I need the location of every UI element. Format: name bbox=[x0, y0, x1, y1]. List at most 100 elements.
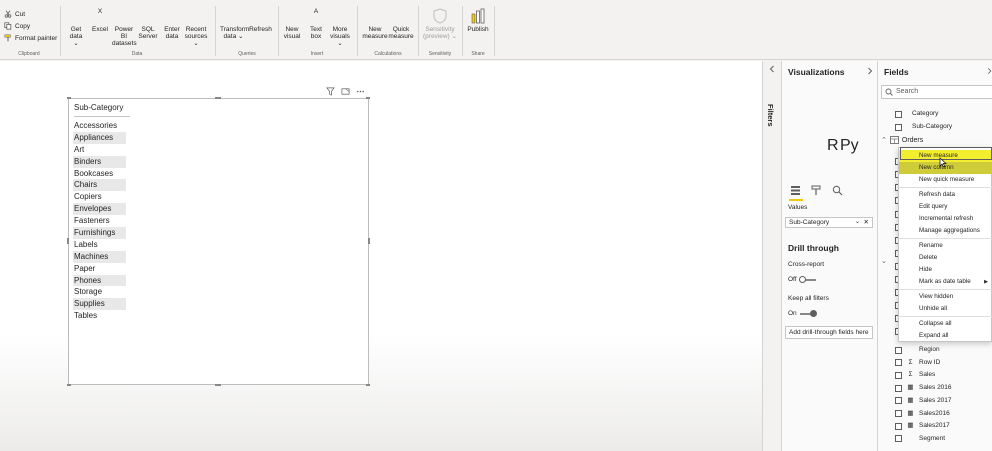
slicer-item[interactable]: Chairs bbox=[73, 179, 126, 192]
ribbon-chart-icon[interactable] bbox=[853, 98, 864, 109]
resize-handle[interactable] bbox=[366, 97, 370, 99]
resize-handle[interactable] bbox=[215, 384, 221, 386]
context-menu-item[interactable]: Manage aggregations bbox=[899, 225, 992, 237]
resize-handle[interactable] bbox=[67, 384, 71, 386]
quick-measure-button[interactable]: Quick measure bbox=[388, 8, 414, 40]
field-row[interactable]: Σ Row ID bbox=[895, 357, 940, 369]
transform-data-button[interactable]: Transform data ⌄ bbox=[220, 8, 249, 40]
chevron-up-icon[interactable]: ⌃ bbox=[881, 136, 887, 144]
context-menu-item[interactable]: Delete bbox=[899, 252, 992, 264]
refresh-button[interactable]: Refresh bbox=[247, 8, 274, 33]
resize-handle[interactable] bbox=[368, 238, 370, 244]
field-row[interactable]: Region bbox=[895, 344, 940, 356]
context-menu-item[interactable]: Edit query bbox=[899, 201, 992, 213]
field-checkbox[interactable] bbox=[895, 110, 902, 118]
field-row[interactable]: ▦ Sales2016 bbox=[895, 408, 950, 420]
chevron-down-icon[interactable]: ⌄ bbox=[881, 257, 887, 265]
pie-chart-icon[interactable] bbox=[827, 111, 838, 122]
slicer-item[interactable]: Labels bbox=[73, 239, 126, 251]
map-icon[interactable] bbox=[788, 124, 799, 135]
context-menu-item[interactable]: Rename bbox=[899, 240, 992, 252]
clustered-bar-icon[interactable] bbox=[814, 85, 825, 96]
context-menu-item[interactable]: Incremental refresh bbox=[899, 213, 992, 225]
chevron-right-icon[interactable] bbox=[866, 67, 874, 75]
card-icon[interactable] bbox=[840, 124, 851, 135]
treemap-icon[interactable] bbox=[853, 111, 864, 122]
table-visual-icon[interactable] bbox=[814, 137, 825, 148]
excel-button[interactable]: X Excel bbox=[88, 8, 112, 33]
format-paintroller-icon[interactable] bbox=[811, 185, 822, 196]
field-row[interactable]: ▦ Sales 2017 bbox=[895, 395, 952, 407]
slicer-item[interactable]: Paper bbox=[73, 263, 126, 275]
multi-row-card-icon[interactable] bbox=[853, 124, 864, 135]
text-box-button[interactable]: A Text box bbox=[304, 8, 328, 40]
gauge-icon[interactable] bbox=[827, 124, 838, 135]
field-row[interactable]: ▦ Sales 2016 bbox=[895, 382, 952, 394]
slicer-item[interactable]: Machines bbox=[73, 250, 126, 263]
slicer-item[interactable]: Tables bbox=[73, 310, 126, 322]
decomposition-tree-icon[interactable] bbox=[788, 150, 799, 161]
slicer-item[interactable]: Supplies bbox=[73, 298, 126, 311]
chevron-left-icon[interactable] bbox=[768, 65, 776, 73]
context-menu-item[interactable]: New quick measure bbox=[899, 174, 992, 186]
slicer-item[interactable]: Binders bbox=[73, 155, 126, 168]
line-chart-icon[interactable] bbox=[788, 98, 799, 109]
line-clustered-icon[interactable] bbox=[840, 98, 851, 109]
smart-narrative-icon[interactable] bbox=[814, 150, 825, 161]
slicer-item[interactable]: Copiers bbox=[73, 191, 126, 203]
sql-server-button[interactable]: SQL Server bbox=[136, 8, 160, 40]
stacked-bar-icon[interactable] bbox=[788, 85, 799, 96]
arcgis-icon[interactable] bbox=[840, 150, 851, 161]
slicer-item[interactable]: Art bbox=[73, 144, 126, 156]
stacked-column-icon[interactable] bbox=[801, 85, 812, 96]
kpi-icon[interactable] bbox=[788, 137, 799, 148]
resize-handle[interactable] bbox=[366, 384, 370, 386]
field-row[interactable]: ▦ Sales2017 bbox=[895, 420, 950, 432]
chevron-down-icon[interactable]: ⌄ bbox=[855, 218, 860, 227]
field-checkbox[interactable] bbox=[895, 397, 902, 405]
table-orders[interactable]: ⌃ Orders bbox=[881, 136, 923, 144]
stacked-area-icon[interactable] bbox=[814, 98, 825, 109]
context-menu-item[interactable]: Unhide all bbox=[899, 303, 992, 315]
field-row[interactable]: Sub-Category bbox=[895, 121, 952, 133]
100-column-icon[interactable] bbox=[853, 85, 864, 96]
paginated-icon[interactable] bbox=[827, 150, 838, 161]
fields-tab-icon[interactable] bbox=[790, 185, 801, 196]
context-menu-item[interactable]: Hide bbox=[899, 264, 992, 276]
context-menu-item[interactable]: Expand all bbox=[899, 330, 992, 342]
context-menu-item[interactable]: Refresh data bbox=[899, 189, 992, 201]
slicer-item[interactable]: Storage bbox=[73, 286, 126, 298]
get-data-button[interactable]: Get data ⌄ bbox=[64, 8, 88, 47]
recent-sources-button[interactable]: Recent sources ⌄ bbox=[184, 8, 208, 47]
slicer-icon[interactable] bbox=[801, 137, 812, 148]
field-row[interactable]: Category bbox=[895, 108, 938, 120]
slicer-item[interactable]: Envelopes bbox=[73, 203, 126, 216]
funnel-icon[interactable] bbox=[801, 111, 812, 122]
area-chart-icon[interactable] bbox=[801, 98, 812, 109]
analytics-magnifier-icon[interactable] bbox=[832, 185, 843, 196]
line-column-icon[interactable] bbox=[827, 98, 838, 109]
enter-data-button[interactable]: Enter data bbox=[160, 8, 184, 40]
resize-handle[interactable] bbox=[67, 238, 69, 244]
cut-button[interactable]: Cut bbox=[4, 10, 25, 18]
more-visuals-button[interactable]: More visuals ⌄ bbox=[328, 8, 352, 47]
key-influencers-icon[interactable] bbox=[853, 137, 864, 148]
field-checkbox[interactable] bbox=[895, 384, 902, 392]
focus-mode-icon[interactable] bbox=[341, 87, 350, 96]
resize-handle[interactable] bbox=[67, 97, 71, 99]
copy-button[interactable]: Copy bbox=[4, 22, 30, 30]
field-row[interactable]: Segment bbox=[895, 433, 945, 445]
field-row[interactable]: Σ Sales bbox=[895, 369, 935, 381]
slicer-visual[interactable]: Sub-Category Accessories Appliances Art Bin… bbox=[68, 98, 369, 385]
shape-map-icon[interactable] bbox=[814, 124, 825, 135]
keep-filters-toggle[interactable]: On bbox=[788, 309, 817, 317]
add-drill-through-fields-well[interactable]: Add drill-through fields here bbox=[785, 326, 873, 339]
context-menu-item[interactable]: Collapse all bbox=[899, 318, 992, 330]
qa-icon[interactable] bbox=[801, 150, 812, 161]
fields-search-input[interactable]: Search bbox=[881, 85, 992, 99]
r-script-icon[interactable]: R bbox=[827, 137, 839, 154]
clustered-column-icon[interactable] bbox=[827, 85, 838, 96]
field-checkbox[interactable] bbox=[895, 123, 902, 131]
filter-icon[interactable] bbox=[326, 87, 335, 96]
powerbi-datasets-button[interactable]: Power BI datasets bbox=[112, 8, 137, 47]
